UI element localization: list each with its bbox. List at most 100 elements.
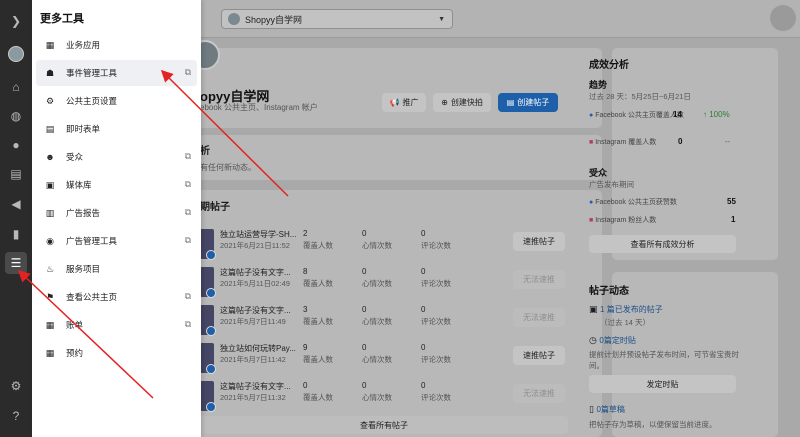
fb-reach-label: Facebook 公共主页覆盖人数 [595,112,684,119]
home-icon[interactable]: ⌂ [5,76,27,98]
external-link-icon: ⧉ [184,235,191,245]
trend-range: 过去 28 天：5月25日~6月21日 [589,92,691,101]
post-row[interactable]: 这篇帖子没有文字... 2021年5月11日02:49 8 覆盖人数 0 心情次数 0 评论次… [200,264,568,302]
more-tools-drawer: 更多工具 ▦ 业务应用 ☗ 事件管理工具 ⧉ ⚙ 公共主页设置 ▤ 即时表单 ☻ 受众 ⧉ ▣ 媒体库 ⧉ ▥… [32,0,201,437]
menu-item-0[interactable]: ▦ 业务应用 [36,32,197,58]
insights-icon[interactable]: ▮ [5,223,27,245]
page-avatar [228,13,240,25]
ig-reach-row: ■ Instagram 覆盖人数 [589,137,739,147]
post-date: 2021年6月21日11:52 [220,241,290,250]
boost-post-button: 无法速推 [513,384,565,403]
insights-title: 成效分析 [589,60,629,71]
reach-metric: 3 覆盖人数 [303,305,333,326]
chevron-down-icon: ▼ [438,16,445,23]
profile-avatar[interactable] [5,43,27,65]
comments-metric: 0 评论次数 [421,343,451,364]
page-selector[interactable]: Shopyy自学网 ▼ [221,9,453,29]
create-post-button[interactable]: ▤ 创建帖子 [498,93,558,112]
external-link-icon: ⧉ [184,319,191,329]
post-text[interactable]: 独立站运营导学-SH... [220,229,296,240]
post-text[interactable]: 这篇帖子没有文字... [220,267,291,278]
menu-item-3[interactable]: ▤ 即时表单 [36,116,197,142]
plus-circle-icon: ⊕ [441,98,448,107]
insights-card [612,48,778,260]
comments-metric: 0 评论次数 [421,305,451,326]
menu-item-2[interactable]: ⚙ 公共主页设置 [36,88,197,114]
drafts-link[interactable]: 0篇草稿 [596,405,624,414]
menu-item-label: 服务项目 [66,264,101,274]
reach-metric: 0 覆盖人数 [303,381,333,402]
drafts-desc: 把帖子存为草稿，以便保留当前进度。 [589,420,717,429]
performance-card [192,135,602,180]
menu-item-11[interactable]: ▦ 预约 [36,340,197,366]
menu-item-label: 事件管理工具 [66,68,118,78]
post-text[interactable]: 这篇帖子没有文字... [220,305,291,316]
published-posts-sub: （过去 14 天） [600,318,651,327]
external-link-icon: ⧉ [184,67,191,77]
drafts: ▯ 0篇草稿 [589,404,625,415]
post-row[interactable]: 这篇帖子没有文字... 2021年5月7日11:32 0 覆盖人数 0 心情次数 0 评论次数… [200,378,568,416]
globe-icon[interactable]: ◍ [5,105,27,127]
image-icon: ▣ [45,179,55,190]
menu-icon[interactable]: ☰ [5,252,27,274]
pages-icon[interactable]: ▤ [5,163,27,185]
reactions-metric: 0 心情次数 [362,305,392,326]
reactions-metric: 0 心情次数 [362,229,392,250]
page-selector-label: Shopyy自学网 [245,14,303,25]
menu-item-4[interactable]: ☻ 受众 ⧉ [36,144,197,170]
post-text[interactable]: 独立站如何玩转Pay... [220,343,296,354]
ig-followers-label: Instagram 粉丝人数 [595,217,657,224]
menu-item-7[interactable]: ◉ 广告管理工具 ⧉ [36,228,197,254]
post-row[interactable]: 独立站如何玩转Pay... 2021年5月7日11:42 9 覆盖人数 0 心情次数 0 评论… [200,340,568,378]
view-all-insights-button[interactable]: 查看所有成效分析 [589,235,736,253]
menu-item-10[interactable]: ▦ 账单 ⧉ [36,312,197,338]
megaphone-icon[interactable]: ◀ [5,193,27,215]
settings-icon[interactable]: ⚙ [5,375,27,397]
create-story-button[interactable]: ⊕ 创建快拍 [433,93,491,112]
promote-button[interactable]: 📢 推广 [382,93,426,112]
facebook-icon [206,364,216,374]
reactions-metric: 0 心情次数 [362,381,392,402]
fb-likes-value: 55 [727,197,736,206]
user-avatar[interactable] [770,5,796,31]
facebook-icon [206,288,216,298]
menu-item-5[interactable]: ▣ 媒体库 ⧉ [36,172,197,198]
boost-post-button[interactable]: 速推帖子 [513,232,565,251]
menu-item-8[interactable]: ♨ 服务项目 [36,256,197,282]
post-row[interactable]: 独立站运营导学-SH... 2021年6月21日11:52 2 覆盖人数 0 心情次数 0 评… [200,226,568,264]
view-all-posts-button[interactable]: 查看所有帖子 [200,416,568,434]
performance-title: 析 [200,146,210,157]
left-navigation-rail: ❯ ⌂ ◍ ● ▤ ◀ ▮ ☰ ⚙ ? [0,0,32,437]
fb-likes-row: ● Facebook 公共主页获赞数 [589,197,739,207]
published-posts-link[interactable]: 1 篇已发布的帖子 [600,305,663,314]
form-icon: ▤ [45,123,55,134]
megaphone-icon: 📢 [389,98,400,107]
comments-metric: 0 评论次数 [421,381,451,402]
instagram-icon: ■ [589,217,594,224]
post-date: 2021年5月7日11:42 [220,355,286,364]
ig-followers-row: ■ Instagram 粉丝人数 [589,215,739,225]
boost-post-button[interactable]: 速推帖子 [513,346,565,365]
messenger-icon[interactable]: ● [5,134,27,156]
published-posts: ▣ 1 篇已发布的帖子 [589,304,663,315]
post-date: 2021年5月7日11:32 [220,393,286,402]
promote-label: 推广 [402,98,419,107]
scheduled-posts-link[interactable]: 0篇定时贴 [599,336,635,345]
help-icon[interactable]: ? [5,405,27,427]
menu-item-label: 公共主页设置 [66,96,118,106]
schedule-post-button[interactable]: 发定时贴 [589,375,736,393]
menu-item-label: 广告管理工具 [66,236,118,246]
menu-item-6[interactable]: ▥ 广告报告 ⧉ [36,200,197,226]
post-text[interactable]: 这篇帖子没有文字... [220,381,291,392]
post-row[interactable]: 这篇帖子没有文字... 2021年5月7日11:49 3 覆盖人数 0 心情次数 0 评论次数… [200,302,568,340]
menu-item-1[interactable]: ☗ 事件管理工具 ⧉ [36,60,197,86]
menu-item-label: 预约 [66,348,84,358]
scheduled-posts-desc: 提前计划并预设帖子发布时间，可节省宝贵时间。 [589,350,739,370]
expand-icon[interactable]: ❯ [5,10,27,32]
compose-icon: ▤ [506,98,515,107]
menu-item-label: 媒体库 [66,180,92,190]
fb-likes-label: Facebook 公共主页获赞数 [595,199,677,206]
reach-metric: 8 覆盖人数 [303,267,333,288]
clock-icon: ◷ [589,335,597,345]
menu-item-9[interactable]: ⚑ 查看公共主页 ⧉ [36,284,197,310]
